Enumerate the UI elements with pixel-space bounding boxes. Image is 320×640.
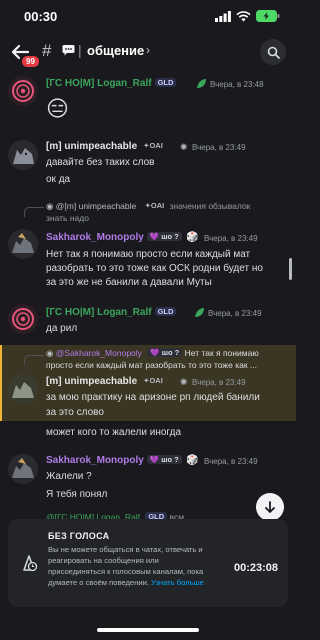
learn-more-link[interactable]: Узнать больше (151, 578, 204, 587)
chat-screen: 00:30 99 # | общение › [ГС НО|М] Logan_R… (0, 0, 296, 640)
role-tag: ✦OAI (143, 376, 163, 385)
timeout-title: БЕЗ ГОЛОСА (48, 531, 110, 541)
search-button[interactable] (260, 39, 286, 65)
home-indicator[interactable] (97, 628, 199, 632)
reply-preview[interactable]: ◉ @[m] unimpeachable ✦OAI значения обзыв… (46, 201, 250, 212)
timeout-clock-icon (23, 555, 38, 572)
message-text: за это слово (46, 407, 104, 418)
role-tag: 💜 шо ? (146, 232, 182, 241)
message-text: за мою практику на аризоне рп людей бани… (46, 392, 260, 403)
status-bar: 00:30 (0, 0, 296, 34)
reply-preview[interactable]: ◉ @Sakharok_Monopoly 💜 шо ? Нет так я по… (46, 348, 259, 359)
dice-icon: 🎲 (186, 455, 199, 466)
battery-charging-icon (256, 10, 280, 22)
chevron-right-icon[interactable]: › (146, 43, 150, 57)
reply-connector (24, 355, 44, 365)
username[interactable]: [ГС НО|М] Logan_Ralf GLD (46, 78, 177, 89)
wifi-icon (236, 10, 251, 21)
search-icon (267, 46, 280, 59)
spiral-logo-icon (12, 308, 34, 330)
spiral-logo-icon (12, 80, 34, 102)
message-text: может кого то жалели иногда (46, 427, 182, 438)
timestamp: Вчера, в 23:49 (208, 309, 262, 318)
message-text: Я тебя понял (46, 489, 108, 500)
role-tag: 💜 шо ? (146, 455, 182, 464)
scroll-indicator[interactable] (289, 258, 292, 280)
emoji: 😑 (46, 96, 69, 121)
jump-to-bottom-button[interactable] (256, 493, 284, 521)
speech-bubble-icon (62, 45, 75, 56)
username[interactable]: Sakharok_Monopoly 💜 шо ? (46, 232, 182, 243)
badge-icon: ✺ (180, 142, 188, 152)
reply-preview-cont: знать надо (46, 213, 89, 223)
wolf-avatar-icon (12, 233, 34, 253)
avatar[interactable] (8, 374, 38, 404)
clock: 00:30 (24, 9, 58, 24)
timestamp: Вчера, в 23:49 (204, 234, 258, 243)
avatar[interactable] (8, 304, 38, 334)
timestamp: Вчера, в 23:49 (192, 378, 246, 387)
signal-icon (215, 10, 231, 22)
timestamp: Вчера, в 23:49 (204, 457, 258, 466)
timeout-timer: 00:23:08 (233, 562, 278, 574)
wolf-avatar-icon (12, 382, 34, 398)
status-icons (215, 10, 280, 22)
leaf-icon (195, 308, 204, 317)
message-text: Нет так я понимаю просто если каждый мат (46, 249, 251, 260)
avatar[interactable] (8, 229, 38, 259)
avatar[interactable] (8, 140, 38, 170)
timeout-description: Вы не можете общаться в чатах, отвечать … (48, 545, 204, 587)
timeout-panel: БЕЗ ГОЛОСА Вы не можете общаться в чатах… (8, 519, 288, 607)
mini-avatar-icon: ◉ (46, 348, 54, 358)
title-separator: | (78, 42, 82, 58)
role-tag: GLD (154, 78, 177, 87)
dice-icon: 🎲 (186, 232, 199, 243)
channel-hash-icon: # (42, 41, 52, 60)
message-text: ок да (46, 174, 71, 185)
arrow-down-icon (265, 501, 275, 513)
badge-icon: ✺ (180, 377, 188, 387)
mini-avatar-icon: ◉ (46, 201, 54, 211)
username[interactable]: [ГС НО|М] Logan_Ralf GLD (46, 307, 177, 318)
wolf-avatar-icon (13, 148, 34, 164)
username[interactable]: [m] unimpeachable ✦OAI (46, 141, 166, 152)
timestamp: Вчера, в 23:49 (192, 143, 246, 152)
message-text: разобрать то это тоже как ОСК родни буде… (46, 263, 263, 274)
role-tag: ✦OAI (143, 141, 163, 150)
reply-connector (24, 207, 44, 217)
unread-badge: 99 (20, 54, 41, 69)
timestamp: Вчера, в 23:48 (210, 80, 264, 89)
channel-name[interactable]: общение (87, 43, 144, 58)
message-text: да рил (46, 323, 78, 334)
leaf-icon (197, 79, 206, 88)
message-text: за это же не банили а давали Муты (46, 277, 212, 288)
username[interactable]: Sakharok_Monopoly 💜 шо ? (46, 455, 182, 466)
wolf-avatar-icon (12, 458, 34, 478)
reply-preview-cont: просто если каждый мат разобрать то это … (46, 360, 258, 370)
username[interactable]: [m] unimpeachable ✦OAI (46, 376, 166, 387)
message-text: Жалели ? (46, 471, 92, 482)
avatar[interactable] (8, 76, 38, 106)
avatar[interactable] (8, 454, 38, 484)
role-tag: GLD (154, 307, 177, 316)
channel-header: 99 # | общение › (0, 34, 296, 70)
message-text: давайте без таких слов (46, 157, 155, 168)
